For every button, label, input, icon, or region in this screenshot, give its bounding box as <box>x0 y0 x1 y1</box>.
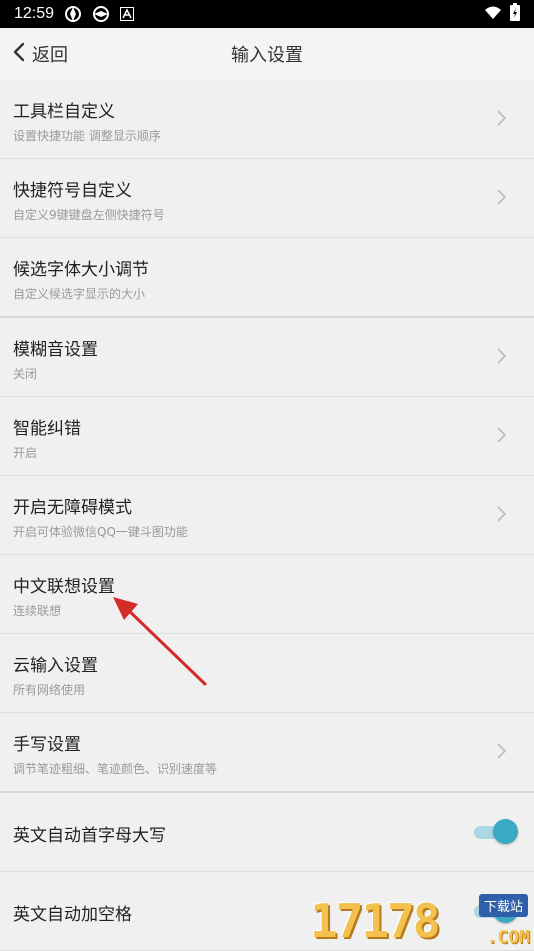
setting-title: 工具栏自定义 <box>13 102 115 122</box>
setting-title: 云输入设置 <box>13 656 98 676</box>
chevron-right-icon <box>497 427 507 447</box>
setting-toolbar-customize[interactable]: 工具栏自定义 设置快捷功能 调整显示顺序 <box>0 80 534 159</box>
setting-candidate-font-size[interactable]: 候选字体大小调节 自定义候选字显示的大小 <box>0 238 534 318</box>
setting-smart-correction[interactable]: 智能纠错 开启 <box>0 397 534 476</box>
setting-accessibility-mode[interactable]: 开启无障碍模式 开启可体验微信QQ一键斗图功能 <box>0 476 534 555</box>
back-label: 返回 <box>32 45 68 66</box>
font-notification-icon <box>120 7 135 21</box>
chevron-right-icon <box>497 743 507 763</box>
setting-subtitle: 自定义9键键盘左侧快捷符号 <box>13 208 165 222</box>
setting-title: 候选字体大小调节 <box>13 260 149 280</box>
setting-subtitle: 开启 <box>13 446 38 460</box>
chevron-right-icon <box>497 348 507 368</box>
status-time: 12:59 <box>14 5 55 22</box>
setting-title: 快捷符号自定义 <box>13 181 132 201</box>
setting-english-auto-capitalize: 英文自动首字母大写 <box>0 793 534 872</box>
auto-capitalize-toggle[interactable] <box>474 819 518 845</box>
setting-cloud-input[interactable]: 云输入设置 所有网络使用 <box>0 634 534 713</box>
setting-title: 英文自动加空格 <box>13 905 132 925</box>
setting-subtitle: 开启可体验微信QQ一键斗图功能 <box>13 525 188 539</box>
setting-chinese-prediction[interactable]: 中文联想设置 连续联想 <box>0 555 534 634</box>
setting-subtitle: 连续联想 <box>13 604 62 618</box>
settings-list: 工具栏自定义 设置快捷功能 调整显示顺序 快捷符号自定义 自定义9键键盘左侧快捷… <box>0 80 534 951</box>
setting-handwriting[interactable]: 手写设置 调节笔迹粗细、笔迹颜色、识别速度等 <box>0 713 534 793</box>
app-header: 返回 输入设置 <box>0 28 534 81</box>
chevron-right-icon <box>497 110 507 130</box>
setting-subtitle: 设置快捷功能 调整显示顺序 <box>13 129 161 143</box>
setting-subtitle: 关闭 <box>13 367 38 381</box>
page-title: 输入设置 <box>231 45 303 66</box>
back-button[interactable]: 返回 <box>12 28 68 80</box>
toggle-knob <box>493 819 518 844</box>
wifi-icon <box>484 5 502 24</box>
chevron-right-icon <box>497 189 507 209</box>
setting-title: 英文自动首字母大写 <box>13 826 166 846</box>
chevron-left-icon <box>12 42 26 66</box>
toggle-knob <box>493 898 518 923</box>
setting-english-auto-space: 英文自动加空格 <box>0 872 534 951</box>
setting-title: 模糊音设置 <box>13 340 98 360</box>
auto-space-toggle[interactable] <box>474 898 518 924</box>
setting-title: 手写设置 <box>13 735 81 755</box>
setting-title: 中文联想设置 <box>13 577 115 597</box>
setting-title: 智能纠错 <box>13 419 81 439</box>
setting-fuzzy-pinyin[interactable]: 模糊音设置 关闭 <box>0 318 534 397</box>
battery-icon <box>510 3 520 25</box>
setting-title: 开启无障碍模式 <box>13 498 132 518</box>
setting-shortcut-symbols[interactable]: 快捷符号自定义 自定义9键键盘左侧快捷符号 <box>0 159 534 238</box>
app-notification-icon <box>64 5 82 23</box>
setting-subtitle: 所有网络使用 <box>13 683 86 697</box>
app-notification-icon-2 <box>92 5 110 23</box>
setting-subtitle: 自定义候选字显示的大小 <box>13 287 146 301</box>
status-bar: 12:59 <box>0 0 534 28</box>
chevron-right-icon <box>497 506 507 526</box>
setting-subtitle: 调节笔迹粗细、笔迹颜色、识别速度等 <box>13 762 218 776</box>
